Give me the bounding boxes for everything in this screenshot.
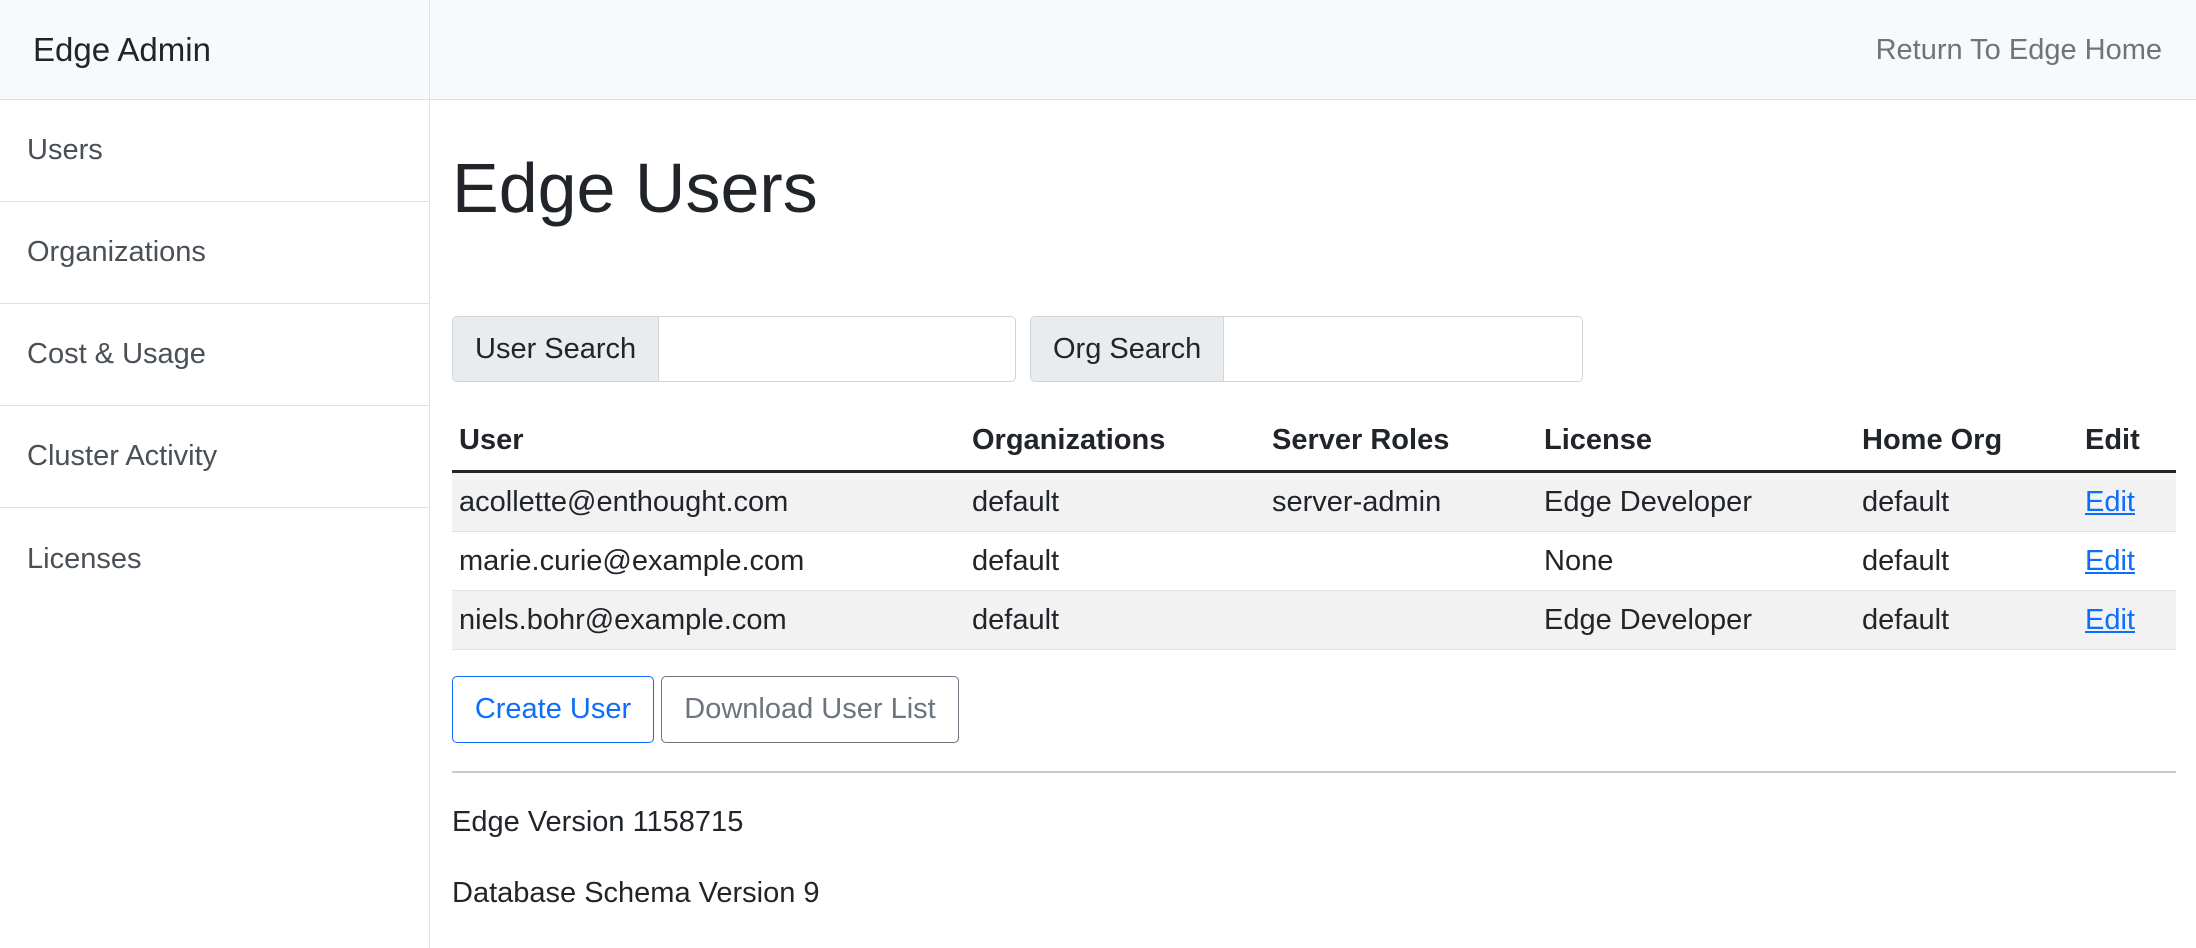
user-search-group: User Search — [452, 316, 1016, 382]
cell-home-org: default — [1855, 471, 2078, 532]
table-row: marie.curie@example.com default None def… — [452, 531, 2176, 591]
cell-home-org: default — [1855, 531, 2078, 591]
cell-server-roles — [1265, 531, 1537, 591]
page-title: Edge Users — [452, 149, 818, 227]
cell-organizations: default — [965, 531, 1265, 591]
create-user-button[interactable]: Create User — [452, 676, 654, 743]
table-row: niels.bohr@example.com default Edge Deve… — [452, 590, 2176, 650]
cell-license: Edge Developer — [1537, 471, 1855, 532]
users-table: User Organizations Server Roles License … — [452, 410, 2176, 650]
cell-organizations: default — [965, 590, 1265, 650]
table-row: acollette@enthought.com default server-a… — [452, 471, 2176, 532]
cell-organizations: default — [965, 471, 1265, 532]
sidebar-item-organizations[interactable]: Organizations — [0, 202, 429, 304]
sidebar-item-users[interactable]: Users — [0, 100, 429, 202]
divider — [452, 771, 2176, 773]
column-header-server-roles: Server Roles — [1265, 410, 1537, 473]
cell-user: marie.curie@example.com — [452, 531, 965, 591]
edit-user-link[interactable]: Edit — [2085, 604, 2135, 636]
column-header-user: User — [452, 410, 965, 473]
sidebar-item-cluster-activity[interactable]: Cluster Activity — [0, 406, 429, 508]
cell-license: Edge Developer — [1537, 590, 1855, 650]
download-user-list-button[interactable]: Download User List — [661, 676, 959, 743]
org-search-input[interactable] — [1224, 317, 1582, 381]
org-search-group: Org Search — [1030, 316, 1583, 382]
user-search-input[interactable] — [659, 317, 1015, 381]
cell-edit: Edit — [2078, 471, 2176, 532]
return-to-edge-home-link[interactable]: Return To Edge Home — [1876, 0, 2162, 100]
cell-home-org: default — [1855, 590, 2078, 650]
sidebar-item-cost-usage[interactable]: Cost & Usage — [0, 304, 429, 406]
edit-user-link[interactable]: Edit — [2085, 545, 2135, 577]
org-search-label: Org Search — [1031, 317, 1225, 381]
column-header-license: License — [1537, 410, 1855, 473]
app-title: Edge Admin — [0, 0, 429, 100]
cell-license: None — [1537, 531, 1855, 591]
sidebar: Edge Admin Users Organizations Cost & Us… — [0, 0, 430, 948]
table-header-row: User Organizations Server Roles License … — [452, 410, 2176, 473]
cell-server-roles: server-admin — [1265, 471, 1537, 532]
edit-user-link[interactable]: Edit — [2085, 486, 2135, 518]
sidebar-item-licenses[interactable]: Licenses — [0, 508, 429, 610]
cell-edit: Edit — [2078, 531, 2176, 591]
cell-edit: Edit — [2078, 590, 2176, 650]
top-navbar: Return To Edge Home — [430, 0, 2196, 100]
column-header-home-org: Home Org — [1855, 410, 2078, 473]
cell-server-roles — [1265, 590, 1537, 650]
column-header-organizations: Organizations — [965, 410, 1265, 473]
column-header-edit: Edit — [2078, 410, 2176, 473]
edge-version-text: Edge Version 1158715 — [452, 806, 744, 838]
schema-version-text: Database Schema Version 9 — [452, 877, 820, 909]
cell-user: acollette@enthought.com — [452, 471, 965, 532]
cell-user: niels.bohr@example.com — [452, 590, 965, 650]
user-search-label: User Search — [453, 317, 660, 381]
